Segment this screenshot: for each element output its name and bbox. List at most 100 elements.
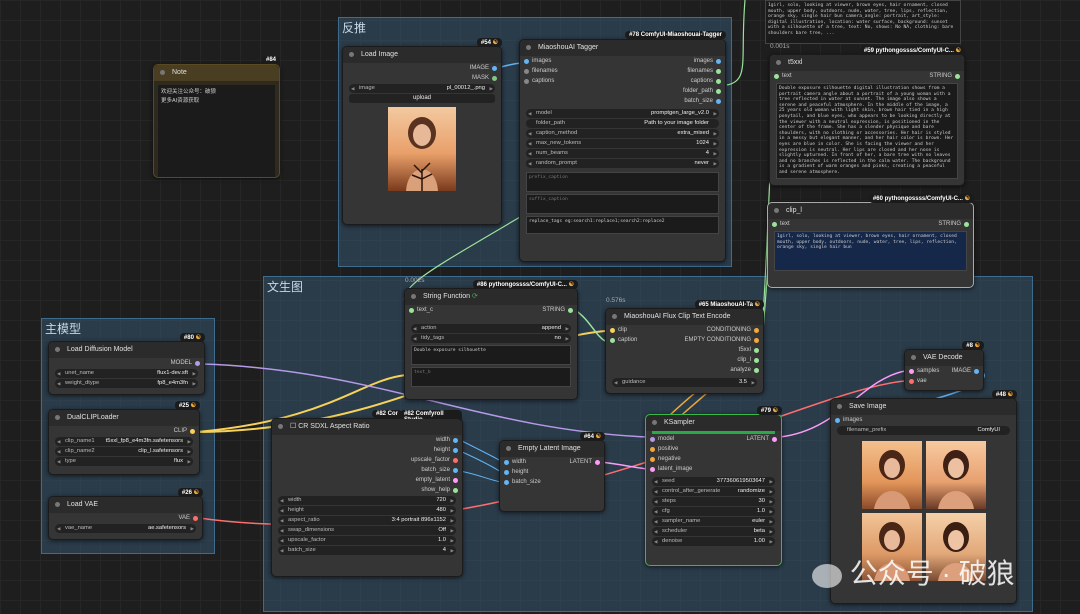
output-analyze[interactable]: analyze xyxy=(663,365,763,375)
output-clip-l[interactable]: clip_l xyxy=(663,355,763,365)
output-upscale-factor[interactable]: upscale_factor xyxy=(272,455,462,465)
upload-button[interactable]: upload xyxy=(349,94,495,103)
clip-l-text-display[interactable]: 1girl, solo, looking at viewer, brown ey… xyxy=(774,231,967,271)
output-image[interactable]: IMAGE xyxy=(343,63,501,73)
node-header[interactable]: VAE Decode xyxy=(905,350,983,366)
output-empty-conditioning[interactable]: EMPTY CONDITIONING xyxy=(663,335,763,345)
refresh-icon[interactable]: ⟳ xyxy=(472,293,478,300)
input-negative[interactable]: negative xyxy=(646,454,726,464)
filename-prefix-field[interactable]: filename_prefix ComfyUI xyxy=(837,426,1010,435)
node-header[interactable]: Save Image xyxy=(831,399,1016,415)
output-vae[interactable]: VAE xyxy=(49,513,202,523)
node-header[interactable]: Note xyxy=(154,65,279,81)
input-model[interactable]: model xyxy=(646,434,726,444)
string-function-node[interactable]: 0.002s #86 pythongossss/ComfyUI-C... ☯ S… xyxy=(404,277,578,400)
guidance-stepper[interactable]: guidance3.5 xyxy=(612,378,757,387)
node-header[interactable]: MiaoshouAI Tagger xyxy=(520,40,725,56)
input-text[interactable]: text xyxy=(768,219,790,229)
output-image[interactable]: IMAGE xyxy=(952,366,983,376)
type-select[interactable]: typeflux xyxy=(55,457,193,466)
prefix-caption-input[interactable]: prefix_caption xyxy=(526,172,719,192)
load-image-node[interactable]: #54 ☯ Load Image IMAGE MASK imagepl_0001… xyxy=(342,38,502,225)
replace-tags-input[interactable]: replace_tags eg:search1:replace1;search2… xyxy=(526,216,719,234)
swap-dimensions-select[interactable]: swap_dimensionsOff xyxy=(278,526,456,535)
output-clip[interactable]: CLIP xyxy=(49,426,199,436)
vae-decode-node[interactable]: #8 ☯ VAE Decode samples vae IMAGE xyxy=(904,341,984,391)
node-header[interactable]: t5xxl xyxy=(770,55,964,71)
t5xxl-show-text-node[interactable]: 0.001s #59 pythongossss/ComfyUI-C... ☯ t… xyxy=(769,43,965,186)
denoise-stepper[interactable]: denoise1.00 xyxy=(652,537,775,546)
clip-name1-select[interactable]: clip_name1t5xxl_fp8_e4m3fn.safetensors xyxy=(55,437,193,446)
upscale-factor-stepper[interactable]: upscale_factor1.0 xyxy=(278,536,456,545)
output-latent[interactable]: LATENT xyxy=(746,434,781,444)
input-caption[interactable]: caption xyxy=(606,335,666,345)
node-header[interactable]: Load Image xyxy=(343,47,501,63)
input-width[interactable]: width xyxy=(500,457,560,467)
vae-name-select[interactable]: vae_nameae.safetensors xyxy=(55,524,196,533)
input-text[interactable]: text xyxy=(770,71,792,81)
load-diffusion-model-node[interactable]: #80 ☯ Load Diffusion Model MODEL unet_na… xyxy=(48,333,205,395)
note-node[interactable]: #84 Note 欢迎关注公众号：破狼 更多AI资源获取 xyxy=(153,56,280,178)
text-a-input[interactable]: Double exposure silhouette xyxy=(411,345,571,365)
dual-clip-loader-node[interactable]: #25 ☯ DualCLIPLoader CLIP clip_name1t5xx… xyxy=(48,401,200,475)
input-samples[interactable]: samples xyxy=(905,366,950,376)
input-captions[interactable]: captions xyxy=(520,76,610,86)
cr-sdxl-aspect-ratio-node[interactable]: #82 Cor #82 Comfyroll Studio ☐ CR SDXL A… xyxy=(271,410,463,577)
clip-l-show-text-node[interactable]: #60 pythongossss/ComfyUI-C... ☯ clip_l t… xyxy=(767,194,974,288)
random-prompt-select[interactable]: random_promptnever xyxy=(526,159,719,168)
weight-dtype-select[interactable]: weight_dtypefp8_e4m3fn xyxy=(55,379,198,388)
output-batch-size[interactable]: batch_size xyxy=(615,96,725,106)
caption-method-select[interactable]: caption_methodextra_mixed xyxy=(526,129,719,138)
seed-stepper[interactable]: seed377360619503647 xyxy=(652,477,775,486)
node-header[interactable]: MiaoshouAI Flux Clip Text Encode xyxy=(606,309,763,325)
model-select[interactable]: modelpromptgen_large_v2.0 xyxy=(526,109,719,118)
node-header[interactable]: Empty Latent Image xyxy=(500,441,604,457)
note-text-area[interactable]: 欢迎关注公众号：破狼 更多AI资源获取 xyxy=(158,85,275,177)
node-header[interactable]: Load Diffusion Model xyxy=(49,342,204,358)
folder-path-field[interactable]: folder_path Path to your image folder xyxy=(526,119,719,128)
tidy-tags-select[interactable]: tidy_tagsno xyxy=(411,334,571,343)
output-show-help[interactable]: show_help xyxy=(272,485,462,495)
sampler-name-select[interactable]: sampler_nameeuler xyxy=(652,517,775,526)
output-captions[interactable]: captions xyxy=(615,76,725,86)
flux-clip-text-encode-node[interactable]: 0.576s #65 MiaoshouAI-Ta ☯ MiaoshouAI Fl… xyxy=(605,297,764,394)
action-select[interactable]: actionappend xyxy=(411,324,571,333)
load-vae-node[interactable]: #26 ☯ Load VAE VAE vae_nameae.safetensor… xyxy=(48,488,203,540)
node-header[interactable]: KSampler xyxy=(646,415,781,431)
input-images[interactable]: images xyxy=(831,415,1016,425)
input-text-c[interactable]: text_c xyxy=(405,305,433,315)
aspect-ratio-select[interactable]: aspect_ratio3:4 portrait 896x1152 xyxy=(278,516,456,525)
input-images[interactable]: images xyxy=(520,56,610,66)
unet-name-select[interactable]: unet_nameflux1-dev.sft xyxy=(55,369,198,378)
output-latent[interactable]: LATENT xyxy=(569,457,604,467)
image-select[interactable]: imagepl_00012_.png xyxy=(349,84,495,93)
top-caption-output[interactable]: 1girl, solo, looking at viewer, brown ey… xyxy=(765,0,961,44)
ksampler-node[interactable]: #79 ☯ KSampler model positive negative l… xyxy=(645,406,782,566)
text-b-input[interactable]: text_b xyxy=(411,367,571,387)
cfg-stepper[interactable]: cfg1.0 xyxy=(652,507,775,516)
output-filenames[interactable]: filenames xyxy=(615,66,725,76)
scheduler-select[interactable]: schedulerbeta xyxy=(652,527,775,536)
output-images[interactable]: images xyxy=(615,56,725,66)
generated-image-thumbnail[interactable] xyxy=(861,441,922,509)
node-header[interactable]: DualCLIPLoader xyxy=(49,410,199,426)
steps-stepper[interactable]: steps30 xyxy=(652,497,775,506)
input-clip[interactable]: clip xyxy=(606,325,666,335)
input-latent-image[interactable]: latent_image xyxy=(646,464,726,474)
control-after-generate-select[interactable]: control_after_generaterandomize xyxy=(652,487,775,496)
output-batch-size[interactable]: batch_size xyxy=(272,465,462,475)
input-height[interactable]: height xyxy=(500,467,560,477)
height-stepper[interactable]: height480 xyxy=(278,506,456,515)
suffix-caption-input[interactable]: suffix_caption xyxy=(526,194,719,214)
node-header[interactable]: String Function ⟳ xyxy=(405,289,577,305)
output-empty-latent[interactable]: empty_latent xyxy=(272,475,462,485)
max-new-tokens-stepper[interactable]: max_new_tokens1024 xyxy=(526,139,719,148)
output-string[interactable]: STRING xyxy=(542,305,577,315)
output-mask[interactable]: MASK xyxy=(343,73,501,83)
input-vae[interactable]: vae xyxy=(905,376,950,386)
num-beams-stepper[interactable]: num_beams4 xyxy=(526,149,719,158)
input-positive[interactable]: positive xyxy=(646,444,726,454)
node-header[interactable]: Load VAE xyxy=(49,497,202,513)
miaoshou-tagger-node[interactable]: #78 ComfyUI-Miaoshouai-Tagger MiaoshouAI… xyxy=(519,31,726,262)
output-folder-path[interactable]: folder_path xyxy=(615,86,725,96)
